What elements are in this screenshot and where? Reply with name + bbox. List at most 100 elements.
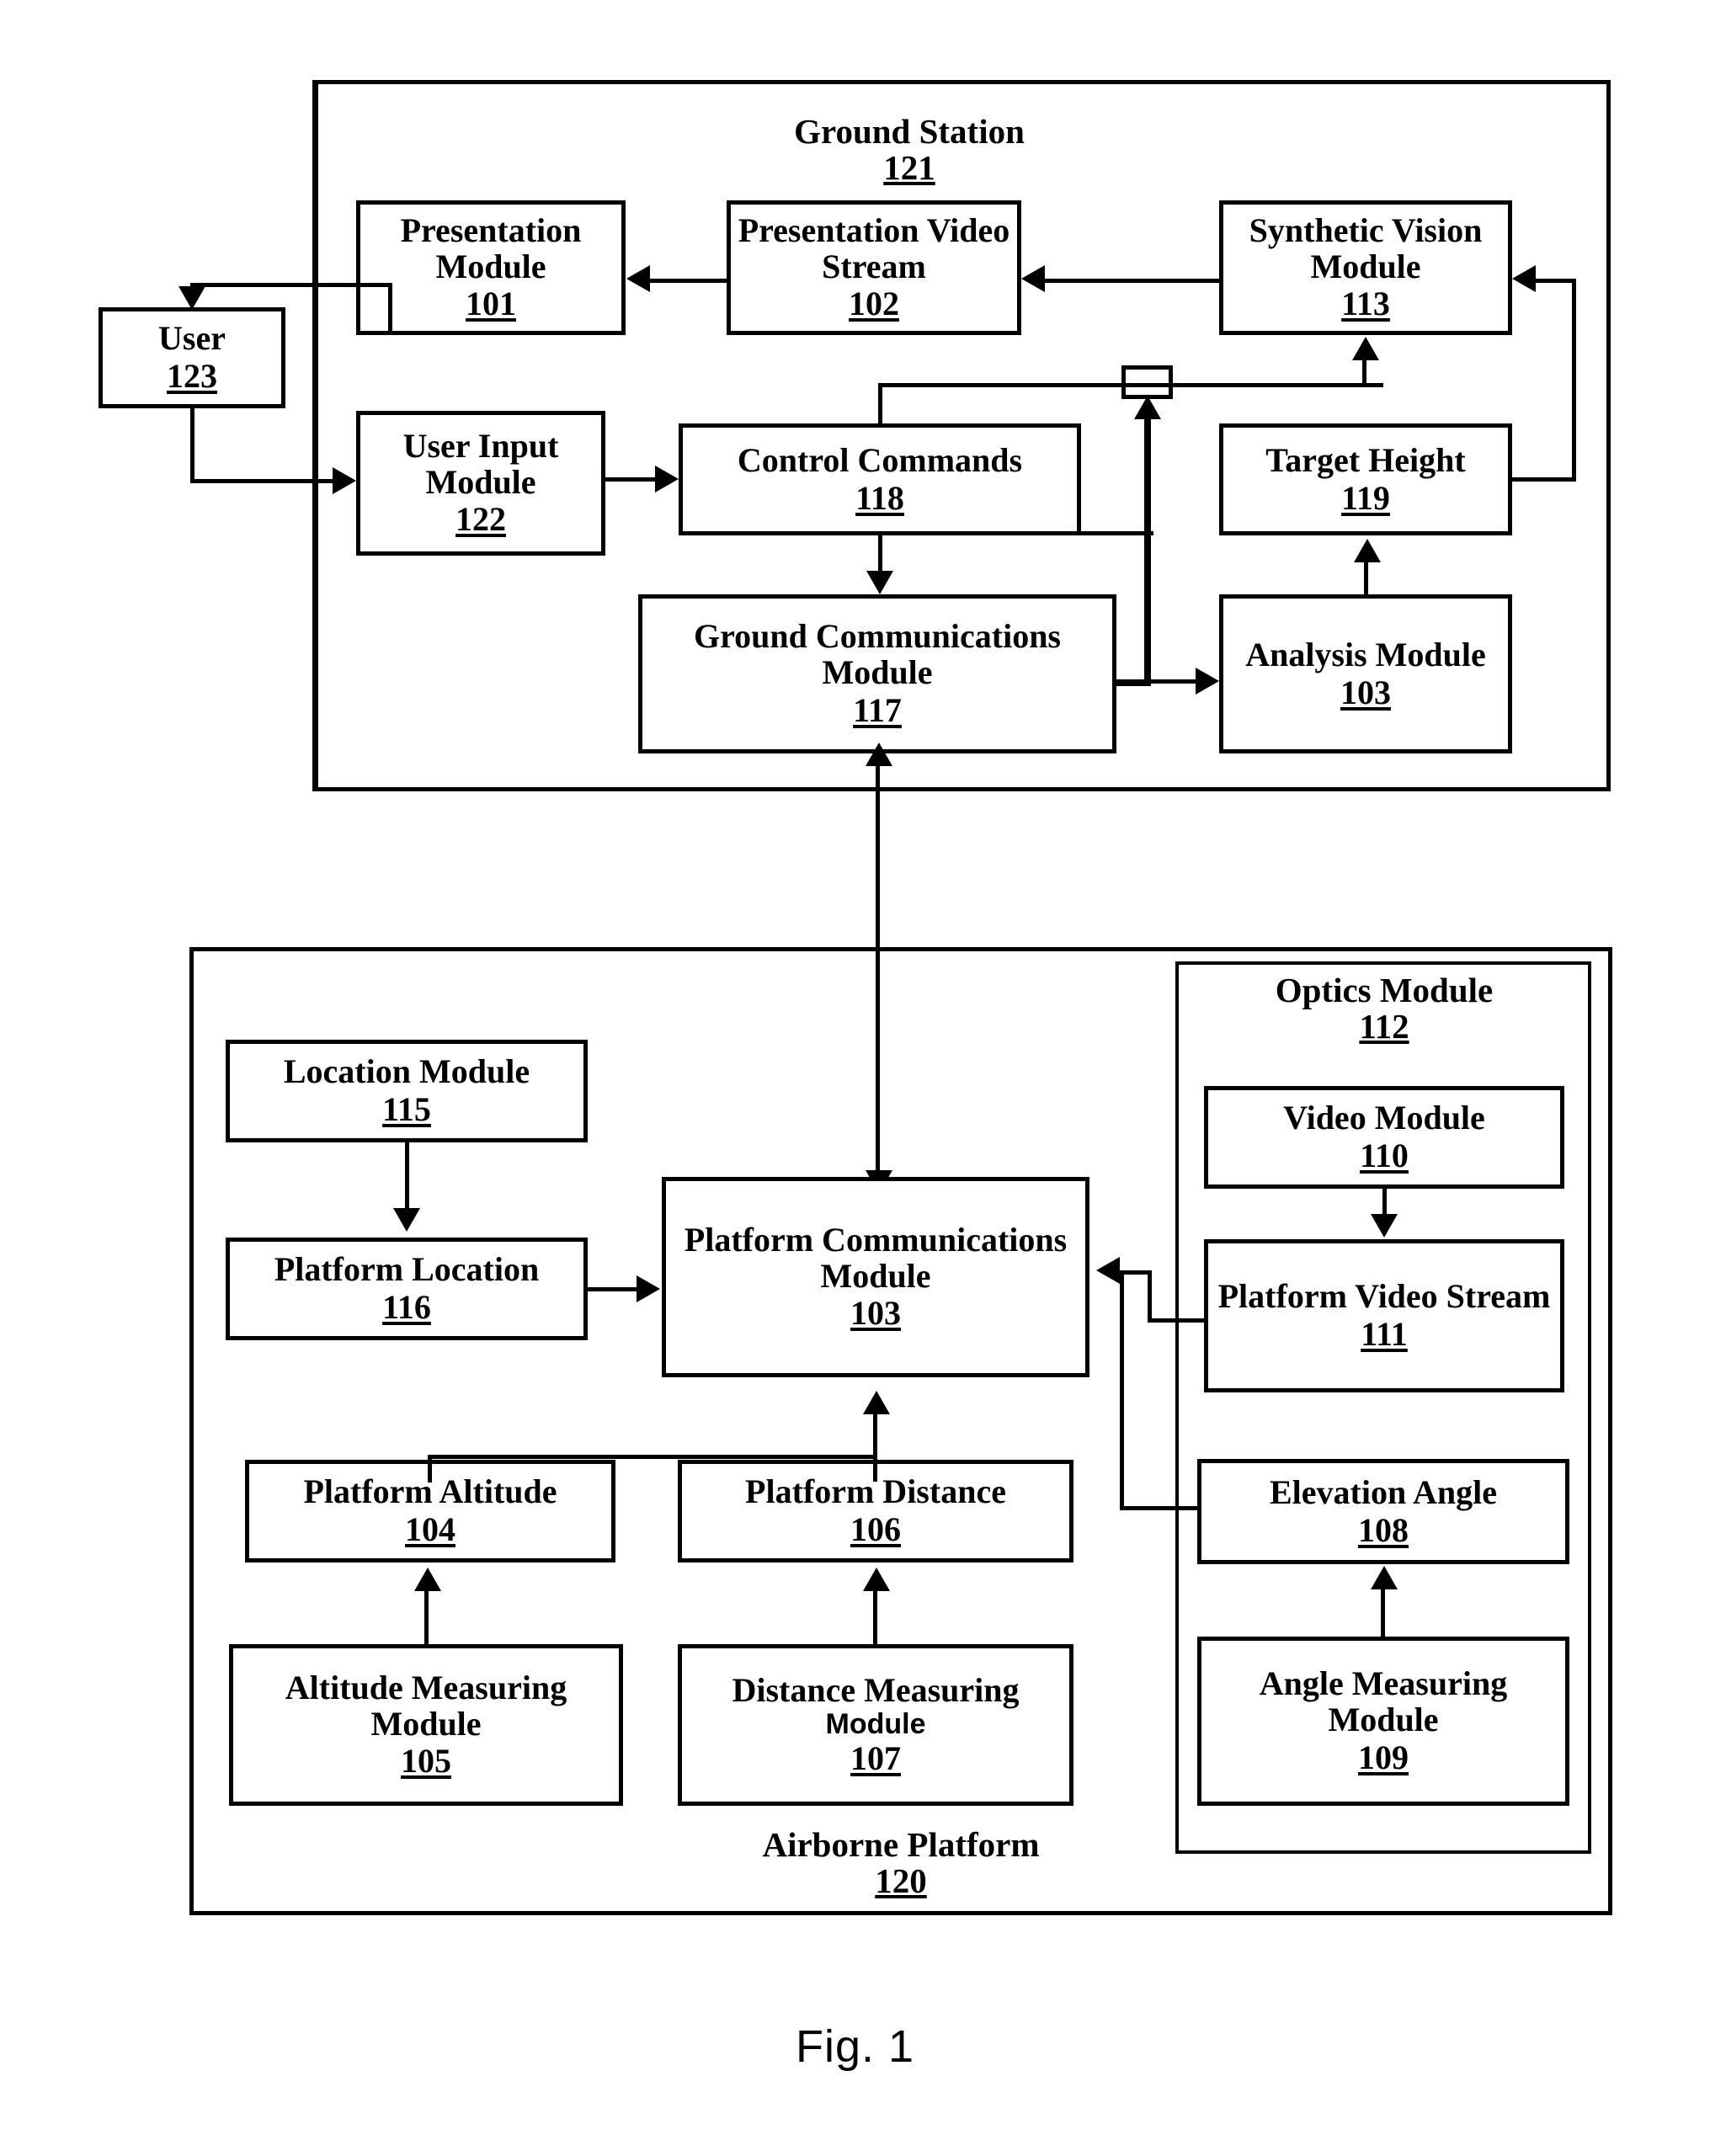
- block-platform-distance-ref: 106: [850, 1510, 901, 1548]
- block-elevation-angle[interactable]: Elevation Angle 108: [1197, 1459, 1569, 1564]
- block-altitude-measuring-module[interactable]: Altitude Measuring Module 105: [229, 1644, 623, 1806]
- arrowhead-ground-comms-to-analysis: [1196, 668, 1219, 695]
- arrowhead-input-to-control: [655, 466, 679, 492]
- block-presentation-module-ref: 101: [466, 285, 516, 323]
- block-angle-measuring-module-label: Angle Measuring Module: [1259, 1664, 1508, 1739]
- block-analysis-module[interactable]: Analysis Module 103: [1219, 594, 1512, 753]
- block-platform-video-stream-label: Platform Video Stream: [1217, 1277, 1551, 1316]
- arrowhead-altitude-measuring-to-altitude: [414, 1568, 441, 1591]
- optics-module-label: Optics Module: [1275, 971, 1494, 1009]
- arrowhead-video-module-to-stream: [1371, 1214, 1398, 1238]
- line-node-rail-right: [1173, 383, 1383, 387]
- line-presentation-to-user-h: [192, 283, 392, 287]
- arrowhead-analysis-to-target-height: [1354, 539, 1381, 562]
- line-ground-station-left-wall-tap: [312, 80, 317, 791]
- line-location-to-platform-location: [405, 1142, 409, 1208]
- block-distance-measuring-module-label-line1: Distance Measuring: [732, 1671, 1020, 1710]
- block-target-height-ref: 119: [1341, 478, 1390, 517]
- optics-module-caption: Optics Module 112: [1216, 972, 1553, 1045]
- block-presentation-video-stream[interactable]: Presentation Video Stream 102: [727, 200, 1021, 335]
- line-target-height-right: [1512, 477, 1576, 482]
- arrowhead-platform-location-to-comms: [637, 1275, 660, 1302]
- block-ground-communications-module-ref: 117: [853, 690, 902, 729]
- arrowhead-link-up: [866, 743, 892, 766]
- block-target-height[interactable]: Target Height 119: [1219, 423, 1512, 535]
- line-analysis-to-target-height: [1364, 562, 1368, 598]
- arrowhead-video-to-presentation: [626, 265, 650, 292]
- line-presentation-to-user-v1: [388, 285, 392, 335]
- figure-caption: Fig. 1: [795, 2021, 915, 2072]
- line-ground-comms-to-analysis: [1116, 679, 1196, 684]
- line-platform-altitude-right: [428, 1455, 877, 1459]
- optics-module-ref: 112: [1359, 1007, 1409, 1046]
- block-analysis-module-ref: 103: [1340, 673, 1391, 711]
- ground-station-caption: Ground Station 121: [732, 112, 1086, 188]
- arrowhead-user-to-input: [333, 467, 356, 494]
- signal-junction-node: [1121, 365, 1173, 399]
- line-synthetic-to-video: [1045, 279, 1219, 283]
- block-user[interactable]: User 123: [99, 307, 285, 408]
- block-elevation-angle-ref: 108: [1358, 1510, 1409, 1549]
- block-platform-communications-module-ref: 103: [850, 1294, 901, 1333]
- block-platform-altitude-ref: 104: [405, 1510, 455, 1548]
- line-altitude-measuring-to-altitude: [424, 1591, 429, 1644]
- block-angle-measuring-module-ref: 109: [1358, 1738, 1409, 1776]
- line-control-to-ground-comms: [878, 535, 882, 571]
- block-presentation-module[interactable]: Presentation Module 101: [356, 200, 626, 335]
- arrowhead-distance-measuring-to-distance: [863, 1568, 890, 1591]
- line-control-right: [1081, 531, 1153, 535]
- line-video-to-presentation: [650, 279, 727, 283]
- arrowhead-video-stream-to-comms: [1096, 1257, 1120, 1284]
- block-platform-communications-module[interactable]: Platform Communications Module 103: [662, 1177, 1089, 1377]
- block-distance-measuring-module-label-line2: Module: [825, 1707, 926, 1740]
- block-synthetic-vision-module[interactable]: Synthetic Vision Module 113: [1219, 200, 1512, 335]
- block-control-commands-ref: 118: [855, 478, 904, 517]
- line-video-module-to-stream: [1382, 1189, 1387, 1216]
- block-altitude-measuring-module-ref: 105: [401, 1742, 451, 1781]
- block-user-input-module-label: User Input Module: [402, 426, 559, 501]
- block-analysis-module-label: Analysis Module: [1245, 635, 1486, 673]
- line-distance-measuring-to-distance: [873, 1591, 877, 1644]
- block-target-height-label: Target Height: [1265, 440, 1466, 479]
- line-video-stream-left-down: [1148, 1270, 1152, 1321]
- arrowhead-control-to-ground-comms: [866, 571, 893, 594]
- arrowhead-platform-measurements-to-comms: [863, 1391, 890, 1414]
- block-platform-location[interactable]: Platform Location 116: [226, 1238, 588, 1340]
- arrowhead-presentation-to-user: [178, 286, 205, 310]
- figure-sheet: Ground Station 121 User 123 Presentation…: [0, 0, 1710, 2156]
- arrowhead-into-junction-node: [1134, 396, 1161, 419]
- airborne-platform-label: Airborne Platform: [762, 1825, 1040, 1864]
- line-angle-measuring-to-elevation: [1381, 1589, 1385, 1638]
- block-distance-measuring-module[interactable]: Distance Measuring Module 107: [678, 1644, 1073, 1806]
- block-altitude-measuring-module-label: Altitude Measuring Module: [285, 1668, 567, 1743]
- line-control-up: [878, 383, 882, 425]
- ground-station-label: Ground Station: [794, 112, 1025, 151]
- block-user-label: User: [158, 319, 226, 358]
- block-ground-communications-module[interactable]: Ground Communications Module 117: [638, 594, 1116, 753]
- ground-station-ref: 121: [883, 148, 935, 188]
- arrowhead-target-height-to-synthetic: [1512, 265, 1536, 292]
- block-control-commands[interactable]: Control Commands 118: [679, 423, 1081, 535]
- block-ground-communications-module-label: Ground Communications Module: [693, 617, 1061, 692]
- block-platform-communications-module-label: Platform Communications Module: [684, 1220, 1068, 1295]
- line-elevation-angle-left: [1120, 1506, 1201, 1510]
- block-platform-video-stream-ref: 111: [1361, 1315, 1408, 1353]
- line-user-to-input-v: [190, 407, 194, 482]
- arrowhead-angle-measuring-to-elevation: [1371, 1566, 1398, 1589]
- block-angle-measuring-module[interactable]: Angle Measuring Module 109: [1197, 1637, 1569, 1806]
- line-input-to-control: [605, 477, 655, 482]
- line-video-stream-left: [1148, 1318, 1207, 1323]
- block-platform-video-stream[interactable]: Platform Video Stream 111: [1204, 1239, 1564, 1392]
- block-synthetic-vision-module-ref: 113: [1341, 285, 1390, 323]
- block-user-input-module[interactable]: User Input Module 122: [356, 411, 605, 556]
- block-location-module-label: Location Module: [283, 1052, 530, 1091]
- line-user-to-input-h: [190, 479, 333, 483]
- block-user-ref: 123: [167, 357, 217, 395]
- block-location-module[interactable]: Location Module 115: [226, 1040, 588, 1142]
- airborne-platform-ref: 120: [875, 1861, 927, 1901]
- block-platform-location-ref: 116: [382, 1288, 431, 1326]
- block-location-module-ref: 115: [382, 1090, 431, 1128]
- block-video-module[interactable]: Video Module 110: [1204, 1086, 1564, 1189]
- line-elevation-angle-up: [1120, 1270, 1124, 1509]
- line-platform-distance-up: [873, 1414, 877, 1482]
